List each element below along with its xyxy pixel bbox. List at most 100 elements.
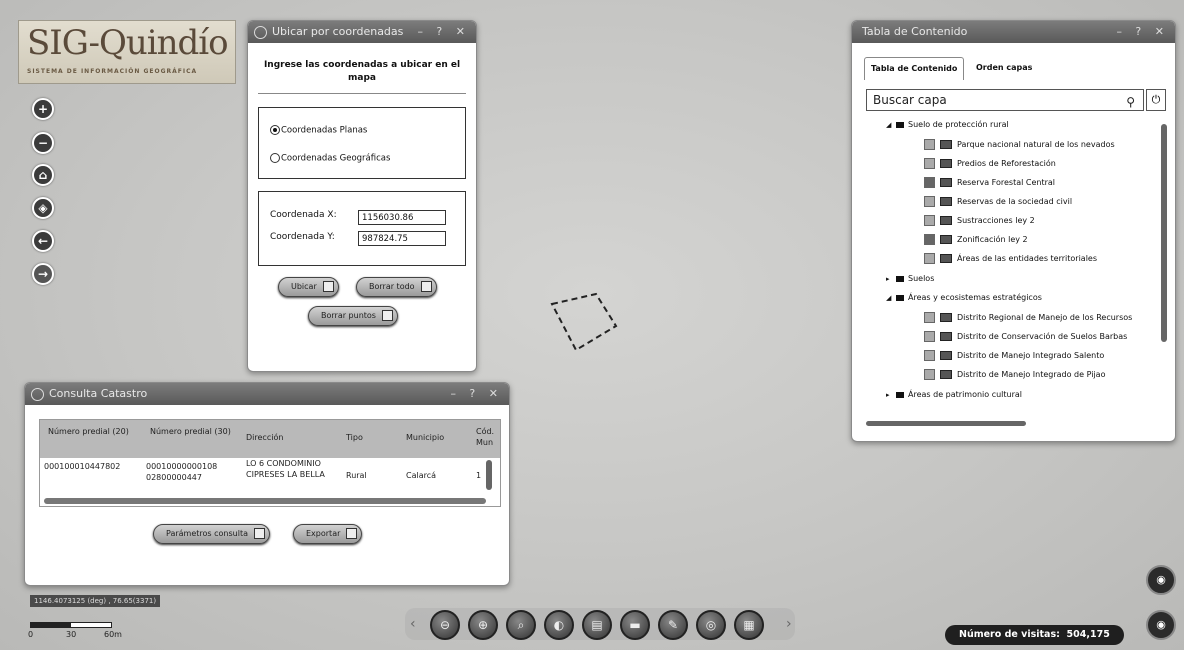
- tree-group-areas-patrimonio[interactable]: ▸ Áreas de patrimonio cultural: [886, 389, 1022, 401]
- column-header[interactable]: Número predial (20): [48, 426, 134, 437]
- back-icon[interactable]: ←: [32, 230, 54, 252]
- layer-checkbox[interactable]: [924, 350, 935, 361]
- layers-icon[interactable]: ▬: [620, 610, 650, 640]
- tree-layer[interactable]: Distrito de Manejo Integrado Salento: [924, 350, 1104, 362]
- window-controls[interactable]: – ? ✕: [417, 21, 470, 43]
- tree-layer[interactable]: Predios de Reforestación: [924, 158, 1056, 170]
- radio-planas-label: Coordenadas Planas: [281, 125, 368, 136]
- tab-orden-capas[interactable]: Orden capas: [976, 57, 1032, 79]
- consulta-catastro-window: Consulta Catastro – ? ✕ Número predial (…: [24, 382, 510, 586]
- layer-icon: [940, 216, 952, 225]
- folder-icon: [896, 294, 904, 301]
- tabla-window-titlebar[interactable]: Tabla de Contenido – ? ✕: [852, 21, 1175, 43]
- buscar-capa-input[interactable]: Buscar capa ⚲: [866, 89, 1144, 111]
- layer-checkbox[interactable]: [924, 215, 935, 226]
- tree-layer[interactable]: Distrito de Conservación de Suelos Barba…: [924, 331, 1127, 343]
- layer-checkbox[interactable]: [924, 196, 935, 207]
- tab-tabla-contenido[interactable]: Tabla de Contenido: [864, 57, 965, 80]
- divider: [258, 93, 466, 94]
- print-icon[interactable]: ▤: [582, 610, 612, 640]
- logo-subtitle: SISTEMA DE INFORMACIÓN GEOGRÁFICA: [27, 68, 198, 75]
- window-controls[interactable]: – ? ✕: [1116, 21, 1169, 43]
- radio-coordenadas-geograficas[interactable]: Coordenadas Geográficas: [270, 153, 390, 164]
- layer-label: Parque nacional natural de los nevados: [957, 140, 1115, 149]
- horizontal-scrollbar[interactable]: [866, 421, 1026, 426]
- layer-label: Distrito de Manejo Integrado Salento: [957, 351, 1105, 360]
- layer-checkbox[interactable]: [924, 331, 935, 342]
- ubicar-heading: Ingrese las coordenadas a ubicar en el m…: [263, 60, 461, 83]
- exportar-button[interactable]: Exportar: [293, 524, 363, 544]
- search-icon[interactable]: ⚲: [1126, 92, 1135, 112]
- visibility-toggle-icon[interactable]: ◉: [1146, 610, 1176, 640]
- catastro-window-titlebar[interactable]: Consulta Catastro – ? ✕: [25, 383, 509, 405]
- ubicar-button-label: Ubicar: [291, 282, 317, 291]
- measure-icon[interactable]: ⊖: [430, 610, 460, 640]
- zoom-out-icon[interactable]: −: [32, 132, 54, 154]
- folder-icon: [896, 275, 904, 282]
- buscar-capa-placeholder: Buscar capa: [873, 93, 947, 107]
- layer-checkbox-checked[interactable]: [924, 234, 935, 245]
- toolbar-next-icon[interactable]: ›: [786, 616, 792, 632]
- draw-icon[interactable]: ✎: [658, 610, 688, 640]
- forward-icon[interactable]: →: [32, 263, 54, 285]
- coord-y-input[interactable]: 987824.75: [358, 231, 446, 246]
- tree-layer[interactable]: Reservas de la sociedad civil: [924, 196, 1072, 208]
- parametros-consulta-button[interactable]: Parámetros consulta: [153, 524, 270, 544]
- ubicar-window-titlebar[interactable]: Ubicar por coordenadas – ? ✕: [248, 21, 476, 43]
- tree-group-suelos[interactable]: ▸ Suelos: [886, 273, 934, 285]
- locate-icon[interactable]: ◈: [32, 197, 54, 219]
- table-icon[interactable]: ▦: [734, 610, 764, 640]
- column-header[interactable]: Municipio: [406, 432, 466, 443]
- logo-title: SIG-Quindío: [27, 23, 229, 63]
- layer-icon: [940, 313, 952, 322]
- column-header[interactable]: Número predial (30): [150, 426, 236, 437]
- map-canvas[interactable]: SIG-Quindío SISTEMA DE INFORMACIÓN GEOGR…: [0, 0, 1184, 650]
- layer-checkbox[interactable]: [924, 253, 935, 264]
- tree-layer[interactable]: Zonificación ley 2: [924, 234, 1028, 246]
- basemap-icon[interactable]: ◉: [1146, 565, 1176, 595]
- tree-group-suelo-proteccion[interactable]: ◢ Suelo de protección rural: [886, 119, 1009, 131]
- share-icon[interactable]: ◎: [696, 610, 726, 640]
- expanded-arrow-icon[interactable]: ◢: [886, 292, 896, 304]
- layer-icon: [940, 370, 952, 379]
- tree-layer[interactable]: Distrito Regional de Manejo de los Recur…: [924, 312, 1132, 324]
- tree-layer[interactable]: Sustracciones ley 2: [924, 215, 1035, 227]
- toolbar-prev-icon[interactable]: ‹: [410, 616, 416, 632]
- vertical-scrollbar[interactable]: [486, 460, 492, 490]
- collapsed-arrow-icon[interactable]: ▸: [886, 389, 896, 401]
- tree-layer[interactable]: Distrito de Manejo Integrado de Pijao: [924, 369, 1105, 381]
- layer-checkbox[interactable]: [924, 158, 935, 169]
- table-cell: Rural: [346, 471, 367, 480]
- layer-checkbox-checked[interactable]: [924, 177, 935, 188]
- crosshair-icon[interactable]: ⊕: [468, 610, 498, 640]
- expanded-arrow-icon[interactable]: ◢: [886, 119, 896, 131]
- ubicar-button[interactable]: Ubicar: [278, 277, 339, 297]
- layer-checkbox[interactable]: [924, 369, 935, 380]
- tree-layer[interactable]: Áreas de las entidades territoriales: [924, 253, 1097, 265]
- column-header[interactable]: Cód. Mun: [476, 426, 498, 448]
- radio-unselected-icon: [270, 153, 280, 163]
- column-header[interactable]: Dirección: [246, 432, 326, 443]
- borrar-puntos-button[interactable]: Borrar puntos: [308, 306, 398, 326]
- radio-coordenadas-planas[interactable]: Coordenadas Planas: [270, 125, 367, 136]
- zoom-in-icon[interactable]: +: [32, 98, 54, 120]
- borrar-todo-button[interactable]: Borrar todo: [356, 277, 437, 297]
- power-icon[interactable]: ⏻: [1146, 89, 1166, 111]
- window-controls[interactable]: – ? ✕: [450, 383, 503, 405]
- layer-checkbox[interactable]: [924, 139, 935, 150]
- tree-group-areas-ecosistemas[interactable]: ◢ Áreas y ecosistemas estratégicos: [886, 292, 1042, 304]
- home-icon[interactable]: ⌂: [32, 164, 54, 186]
- column-header[interactable]: Tipo: [346, 432, 386, 443]
- coord-x-input[interactable]: 1156030.86: [358, 210, 446, 225]
- tree-layer[interactable]: Parque nacional natural de los nevados: [924, 139, 1115, 151]
- search-map-icon[interactable]: ⌕: [506, 610, 536, 640]
- visit-counter: Número de visitas: 504,175: [945, 625, 1124, 645]
- collapsed-arrow-icon[interactable]: ▸: [886, 273, 896, 285]
- layer-checkbox[interactable]: [924, 312, 935, 323]
- tree-layer[interactable]: Reserva Forestal Central: [924, 177, 1055, 189]
- vertical-scrollbar[interactable]: [1161, 124, 1167, 342]
- table-row[interactable]: 000100010447802 00010000000108 028000004…: [40, 458, 500, 494]
- globe-icon[interactable]: ◐: [544, 610, 574, 640]
- layer-icon: [940, 178, 952, 187]
- horizontal-scrollbar[interactable]: [44, 498, 486, 504]
